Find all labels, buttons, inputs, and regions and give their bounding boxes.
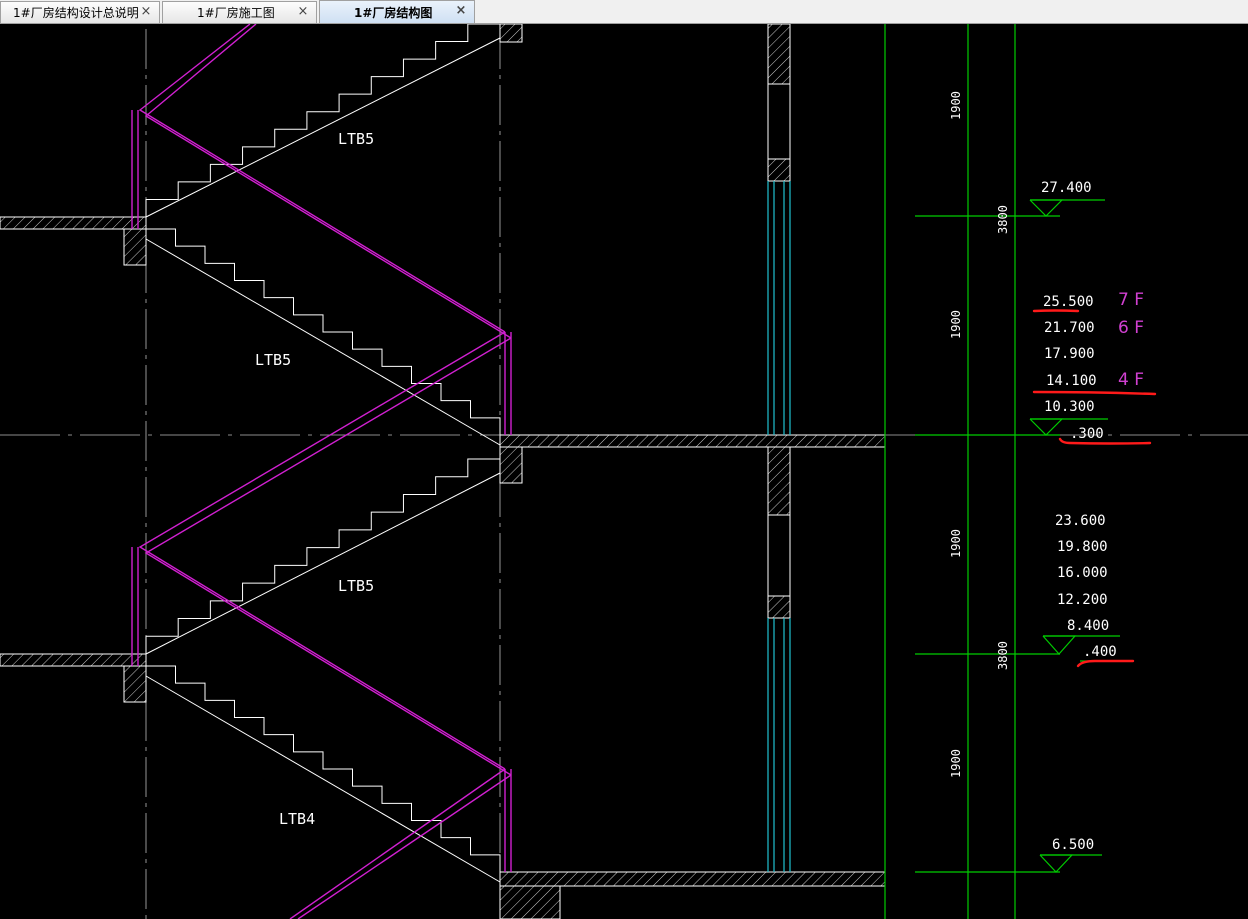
tab-label: 1#厂房结构图: [354, 5, 433, 20]
elevation-text: 16.000: [1057, 565, 1108, 581]
red-markup: [1032, 309, 1157, 668]
elevation-text: 27.400: [1041, 180, 1092, 196]
tab-label: 1#厂房结构设计总说明: [13, 6, 139, 20]
slabs: [0, 24, 886, 919]
grid-lines: [0, 29, 1248, 919]
stair-label: LTB4: [279, 810, 315, 828]
elevation-text: 25.500: [1043, 294, 1094, 310]
elevation-text: 14.100: [1046, 373, 1097, 389]
elevation-text: 17.900: [1044, 346, 1095, 362]
elevation-text: .300: [1070, 426, 1104, 442]
stair-label: LTB5: [338, 130, 374, 148]
stair-flight-up-soffit: [145, 37, 501, 218]
elevation-text: .400: [1083, 644, 1117, 660]
tab-structure-design-notes[interactable]: 1#厂房结构设计总说明 ×: [0, 1, 160, 23]
stair-flights: [145, 24, 501, 883]
stair-flight-down-soffit: [145, 675, 501, 883]
stair-label: LTB5: [255, 351, 291, 369]
column: [767, 24, 791, 872]
elevation-text: 12.200: [1057, 592, 1108, 608]
elevation-text: 19.800: [1057, 539, 1108, 555]
stair-flight-down: [146, 665, 501, 872]
dimension-text: 3800: [996, 641, 1010, 670]
elevation-text: 8.400: [1067, 618, 1109, 634]
close-icon[interactable]: ×: [139, 5, 153, 19]
elevation-text: 23.600: [1055, 513, 1106, 529]
close-icon[interactable]: ×: [454, 4, 468, 18]
elevation-text: 21.700: [1044, 320, 1095, 336]
document-tab-bar: 1#厂房结构设计总说明 × 1#厂房施工图 × 1#厂房结构图 ×: [0, 0, 1248, 24]
elevations-lower: 23.600 19.800 16.000 12.200 8.400 .400 6…: [1052, 513, 1117, 853]
stair-flight-down-soffit: [145, 238, 501, 446]
dimension-text: 1900: [949, 529, 963, 558]
stair-flight-up: [145, 458, 500, 654]
tab-label: 1#厂房施工图: [197, 6, 275, 20]
axis-lines: [884, 24, 1060, 919]
cad-drawing-canvas[interactable]: LTB5 LTB5 LTB5 LTB4 1900 3800 1900 1900 …: [0, 24, 1248, 919]
stair-flight-down: [146, 228, 501, 435]
close-icon[interactable]: ×: [296, 5, 310, 19]
stair-flight-up: [145, 24, 500, 217]
elevation-text: 6.500: [1052, 837, 1094, 853]
stair-label: LTB5: [338, 577, 374, 595]
floor-mark: 6 F: [1118, 318, 1144, 338]
dimension-text: 1900: [949, 91, 963, 120]
dimension-text: 3800: [996, 205, 1010, 234]
floor-mark: 7 F: [1118, 290, 1144, 310]
dimension-text: 1900: [949, 310, 963, 339]
tab-structure-drawings[interactable]: 1#厂房结构图 ×: [319, 0, 475, 23]
elevation-text: 10.300: [1044, 399, 1095, 415]
handrails: [131, 24, 512, 919]
floor-marks: 7 F 6 F 4 F: [1118, 290, 1144, 390]
floor-mark: 4 F: [1118, 370, 1144, 390]
stair-flight-up-soffit: [145, 472, 501, 655]
dimension-text: 1900: [949, 749, 963, 778]
tab-construction-drawings[interactable]: 1#厂房施工图 ×: [162, 1, 317, 23]
